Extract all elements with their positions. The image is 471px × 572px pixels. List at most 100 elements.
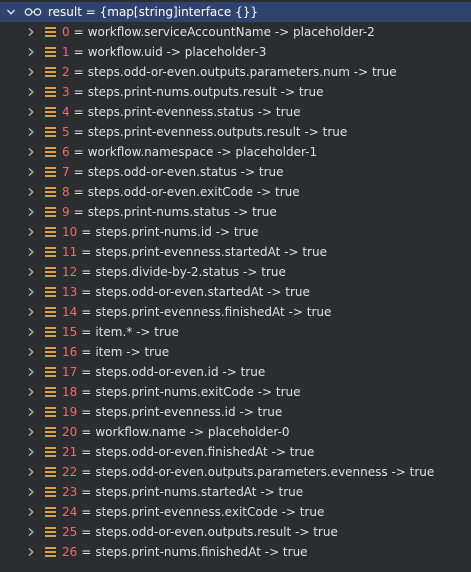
chevron-right-icon[interactable] <box>26 187 36 197</box>
entry-row[interactable]: 8 = steps.odd-or-even.exitCode -> true <box>0 182 471 202</box>
entry-value: steps.odd-or-even.finishedAt -> true <box>95 445 315 459</box>
entry-row[interactable]: 15 = item.* -> true <box>0 322 471 342</box>
chevron-right-icon[interactable] <box>26 47 36 57</box>
chevron-right-icon[interactable] <box>26 547 36 557</box>
chevron-right-icon[interactable] <box>26 247 36 257</box>
entry-separator: = <box>81 545 92 559</box>
entry-row[interactable]: 17 = steps.odd-or-even.id -> true <box>0 362 471 382</box>
entry-row[interactable]: 22 = steps.odd-or-even.outputs.parameters.… <box>0 462 471 482</box>
entry-row[interactable]: 3 = steps.print-nums.outputs.result -> tru… <box>0 82 471 102</box>
entry-index: 15 <box>62 325 78 339</box>
entry-value: steps.print-evenness.exitCode -> true <box>95 505 325 519</box>
chevron-right-icon[interactable] <box>26 407 36 417</box>
entry-index: 2 <box>62 65 70 79</box>
chevron-right-icon[interactable] <box>26 267 36 277</box>
entry-value: steps.print-evenness.startedAt -> true <box>95 245 327 259</box>
field-lines-icon <box>45 447 56 457</box>
entry-row[interactable]: 26 = steps.print-nums.finishedAt -> true <box>0 542 471 562</box>
entry-row[interactable]: 10 = steps.print-nums.id -> true <box>0 222 471 242</box>
chevron-right-icon[interactable] <box>26 447 36 457</box>
chevron-right-icon[interactable] <box>26 27 36 37</box>
entry-value: workflow.name -> placeholder-0 <box>95 425 290 439</box>
field-lines-icon <box>45 27 56 37</box>
entry-row[interactable]: 2 = steps.odd-or-even.outputs.parameters.n… <box>0 62 471 82</box>
chevron-right-icon[interactable] <box>26 527 36 537</box>
entry-index: 5 <box>62 125 70 139</box>
entry-value: steps.odd-or-even.status -> true <box>87 165 284 179</box>
entry-row[interactable]: 23 = steps.print-nums.startedAt -> true <box>0 482 471 502</box>
entry-row[interactable]: 13 = steps.odd-or-even.startedAt -> true <box>0 282 471 302</box>
entry-separator: = <box>81 245 92 259</box>
entry-row[interactable]: 5 = steps.print-evenness.outputs.result ->… <box>0 122 471 142</box>
entry-row[interactable]: 7 = steps.odd-or-even.status -> true <box>0 162 471 182</box>
chevron-right-icon[interactable] <box>26 107 36 117</box>
chevron-right-icon[interactable] <box>26 147 36 157</box>
entry-separator: = <box>81 525 92 539</box>
entry-value: steps.odd-or-even.id -> true <box>95 365 266 379</box>
chevron-right-icon[interactable] <box>26 87 36 97</box>
chevron-right-icon[interactable] <box>26 287 36 297</box>
chevron-right-icon[interactable] <box>26 467 36 477</box>
entry-row[interactable]: 9 = steps.print-nums.status -> true <box>0 202 471 222</box>
entry-row[interactable]: 1 = workflow.uid -> placeholder-3 <box>0 42 471 62</box>
entry-value: steps.odd-or-even.outputs.result -> true <box>95 525 338 539</box>
chevron-right-icon[interactable] <box>26 207 36 217</box>
entry-row[interactable]: 14 = steps.print-evenness.finishedAt -> tr… <box>0 302 471 322</box>
entry-row[interactable]: 6 = workflow.namespace -> placeholder-1 <box>0 142 471 162</box>
entry-index: 3 <box>62 85 70 99</box>
entry-index: 9 <box>62 205 70 219</box>
entry-row[interactable]: 4 = steps.print-evenness.status -> true <box>0 102 471 122</box>
entry-row[interactable]: 21 = steps.odd-or-even.finishedAt -> true <box>0 442 471 462</box>
entry-index: 23 <box>62 485 78 499</box>
chevron-down-icon[interactable] <box>4 7 18 17</box>
entry-separator: = <box>81 385 92 399</box>
entry-row[interactable]: 11 = steps.print-evenness.startedAt -> tru… <box>0 242 471 262</box>
chevron-right-icon[interactable] <box>26 347 36 357</box>
chevron-right-icon[interactable] <box>26 387 36 397</box>
chevron-right-icon[interactable] <box>26 367 36 377</box>
entry-row[interactable]: 20 = workflow.name -> placeholder-0 <box>0 422 471 442</box>
entry-list: 0 = workflow.serviceAccountName -> placeho… <box>0 22 471 562</box>
chevron-right-icon[interactable] <box>26 487 36 497</box>
entry-row[interactable]: 16 = item -> true <box>0 342 471 362</box>
entry-row[interactable]: 25 = steps.odd-or-even.outputs.result -> t… <box>0 522 471 542</box>
entry-index: 16 <box>62 345 78 359</box>
field-lines-icon <box>45 167 56 177</box>
entry-index: 11 <box>62 245 78 259</box>
entry-index: 17 <box>62 365 78 379</box>
entry-row[interactable]: 12 = steps.divide-by-2.status -> true <box>0 262 471 282</box>
chevron-right-icon[interactable] <box>26 167 36 177</box>
entry-separator: = <box>73 45 84 59</box>
entry-index: 26 <box>62 545 78 559</box>
entry-separator: = <box>81 485 92 499</box>
field-lines-icon <box>45 347 56 357</box>
entry-separator: = <box>81 445 92 459</box>
chevron-right-icon[interactable] <box>26 327 36 337</box>
field-lines-icon <box>45 227 56 237</box>
field-lines-icon <box>45 527 56 537</box>
chevron-right-icon[interactable] <box>26 307 36 317</box>
chevron-right-icon[interactable] <box>26 427 36 437</box>
entry-row[interactable]: 24 = steps.print-evenness.exitCode -> true <box>0 502 471 522</box>
entry-separator: = <box>73 65 84 79</box>
entry-separator: = <box>81 265 92 279</box>
entry-value: steps.print-nums.startedAt -> true <box>95 485 304 499</box>
chevron-right-icon[interactable] <box>26 507 36 517</box>
entry-row[interactable]: 0 = workflow.serviceAccountName -> placeho… <box>0 22 471 42</box>
entry-row[interactable]: 19 = steps.print-evenness.id -> true <box>0 402 471 422</box>
root-variable-row[interactable]: result = {map[string]interface {}} <box>0 2 471 22</box>
field-lines-icon <box>45 467 56 477</box>
chevron-right-icon[interactable] <box>26 67 36 77</box>
entry-row[interactable]: 18 = steps.print-nums.exitCode -> true <box>0 382 471 402</box>
chevron-right-icon[interactable] <box>26 227 36 237</box>
field-lines-icon <box>45 287 56 297</box>
field-lines-icon <box>45 247 56 257</box>
entry-separator: = <box>73 205 84 219</box>
field-lines-icon <box>45 87 56 97</box>
entry-separator: = <box>81 285 92 299</box>
entry-separator: = <box>73 105 84 119</box>
field-lines-icon <box>45 487 56 497</box>
entry-index: 19 <box>62 405 78 419</box>
entry-separator: = <box>81 325 92 339</box>
chevron-right-icon[interactable] <box>26 127 36 137</box>
